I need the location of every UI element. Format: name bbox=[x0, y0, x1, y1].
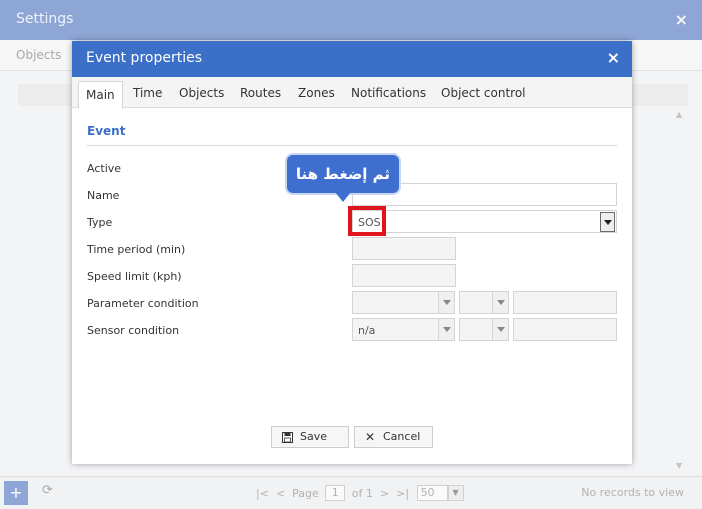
tab-time[interactable]: Time bbox=[133, 77, 162, 107]
cancel-button[interactable]: ✕ Cancel bbox=[354, 426, 433, 448]
section-divider bbox=[87, 145, 617, 146]
close-icon[interactable]: × bbox=[607, 48, 620, 67]
prev-page-icon[interactable]: < bbox=[276, 487, 285, 500]
label-sensor-condition: Sensor condition bbox=[87, 324, 180, 337]
page-size-select[interactable]: 50 bbox=[416, 485, 448, 501]
scroll-down-icon[interactable]: ▼ bbox=[676, 461, 682, 470]
save-label: Save bbox=[300, 430, 328, 443]
chevron-down-icon[interactable] bbox=[438, 319, 454, 340]
dialog-title: Event properties bbox=[86, 50, 202, 66]
settings-titlebar: Settings × bbox=[0, 0, 702, 40]
chevron-down-icon[interactable]: ▼ bbox=[447, 485, 464, 501]
label-time-period: Time period (min) bbox=[87, 243, 186, 256]
callout-tail bbox=[335, 192, 351, 202]
add-button[interactable]: + bbox=[4, 481, 28, 505]
save-button[interactable]: Save bbox=[271, 426, 349, 448]
settings-footer: + ⟳ |< < Page 1 of 1 > >| 50 ▼ No records… bbox=[0, 476, 702, 509]
tab-objects[interactable]: Objects bbox=[179, 77, 224, 107]
parameter-select[interactable] bbox=[352, 291, 455, 314]
chevron-down-icon[interactable] bbox=[600, 212, 615, 232]
time-period-field[interactable] bbox=[352, 237, 456, 260]
refresh-icon[interactable]: ⟳ bbox=[42, 483, 53, 498]
callout-tooltip: ثم إضغط هنا bbox=[287, 155, 399, 193]
tab-zones[interactable]: Zones bbox=[298, 77, 335, 107]
chevron-down-icon[interactable] bbox=[438, 292, 454, 313]
first-page-icon[interactable]: |< bbox=[256, 487, 269, 500]
settings-scrollbar[interactable]: ▲ ▼ bbox=[676, 110, 686, 470]
chevron-down-icon[interactable] bbox=[492, 319, 508, 340]
speed-limit-field[interactable] bbox=[352, 264, 456, 287]
settings-close-icon[interactable]: × bbox=[675, 10, 688, 29]
sensor-value-field[interactable] bbox=[513, 318, 617, 341]
tab-notifications[interactable]: Notifications bbox=[351, 77, 426, 107]
tab-routes[interactable]: Routes bbox=[240, 77, 281, 107]
highlight-box bbox=[348, 206, 386, 236]
page-label: Page bbox=[292, 486, 319, 500]
dialog-titlebar: Event properties × bbox=[72, 41, 632, 77]
parameter-operator-select[interactable] bbox=[459, 291, 509, 314]
last-page-icon[interactable]: >| bbox=[396, 487, 409, 500]
sensor-operator-select[interactable] bbox=[459, 318, 509, 341]
scroll-up-icon[interactable]: ▲ bbox=[676, 110, 682, 119]
chevron-down-icon[interactable] bbox=[492, 292, 508, 313]
dialog-tabbar: Main Time Objects Routes Zones Notificat… bbox=[72, 77, 632, 109]
page-count: of 1 bbox=[351, 486, 373, 500]
label-name: Name bbox=[87, 189, 120, 202]
pager: |< < Page 1 of 1 > >| 50 ▼ bbox=[256, 485, 464, 501]
parameter-value-field[interactable] bbox=[513, 291, 617, 314]
tab-object-control[interactable]: Object control bbox=[441, 77, 526, 107]
no-records-text: No records to view bbox=[581, 486, 684, 499]
sensor-select[interactable]: n/a bbox=[352, 318, 455, 341]
settings-tab-objects[interactable]: Objects bbox=[16, 48, 61, 62]
label-type: Type bbox=[87, 216, 113, 229]
section-title-event: Event bbox=[87, 124, 126, 138]
cancel-label: Cancel bbox=[383, 430, 421, 443]
tab-main[interactable]: Main bbox=[78, 81, 123, 109]
label-speed-limit: Speed limit (kph) bbox=[87, 270, 182, 283]
settings-title: Settings bbox=[16, 11, 74, 27]
type-select[interactable]: SOS bbox=[352, 210, 617, 233]
sensor-value: n/a bbox=[358, 324, 376, 337]
event-properties-dialog: Event properties × Main Time Objects Rou… bbox=[72, 41, 632, 464]
next-page-icon[interactable]: > bbox=[380, 487, 389, 500]
save-icon bbox=[282, 427, 293, 449]
label-active: Active bbox=[87, 162, 122, 175]
page-input[interactable]: 1 bbox=[325, 485, 346, 501]
label-parameter-condition: Parameter condition bbox=[87, 297, 199, 310]
cancel-icon: ✕ bbox=[365, 430, 376, 444]
